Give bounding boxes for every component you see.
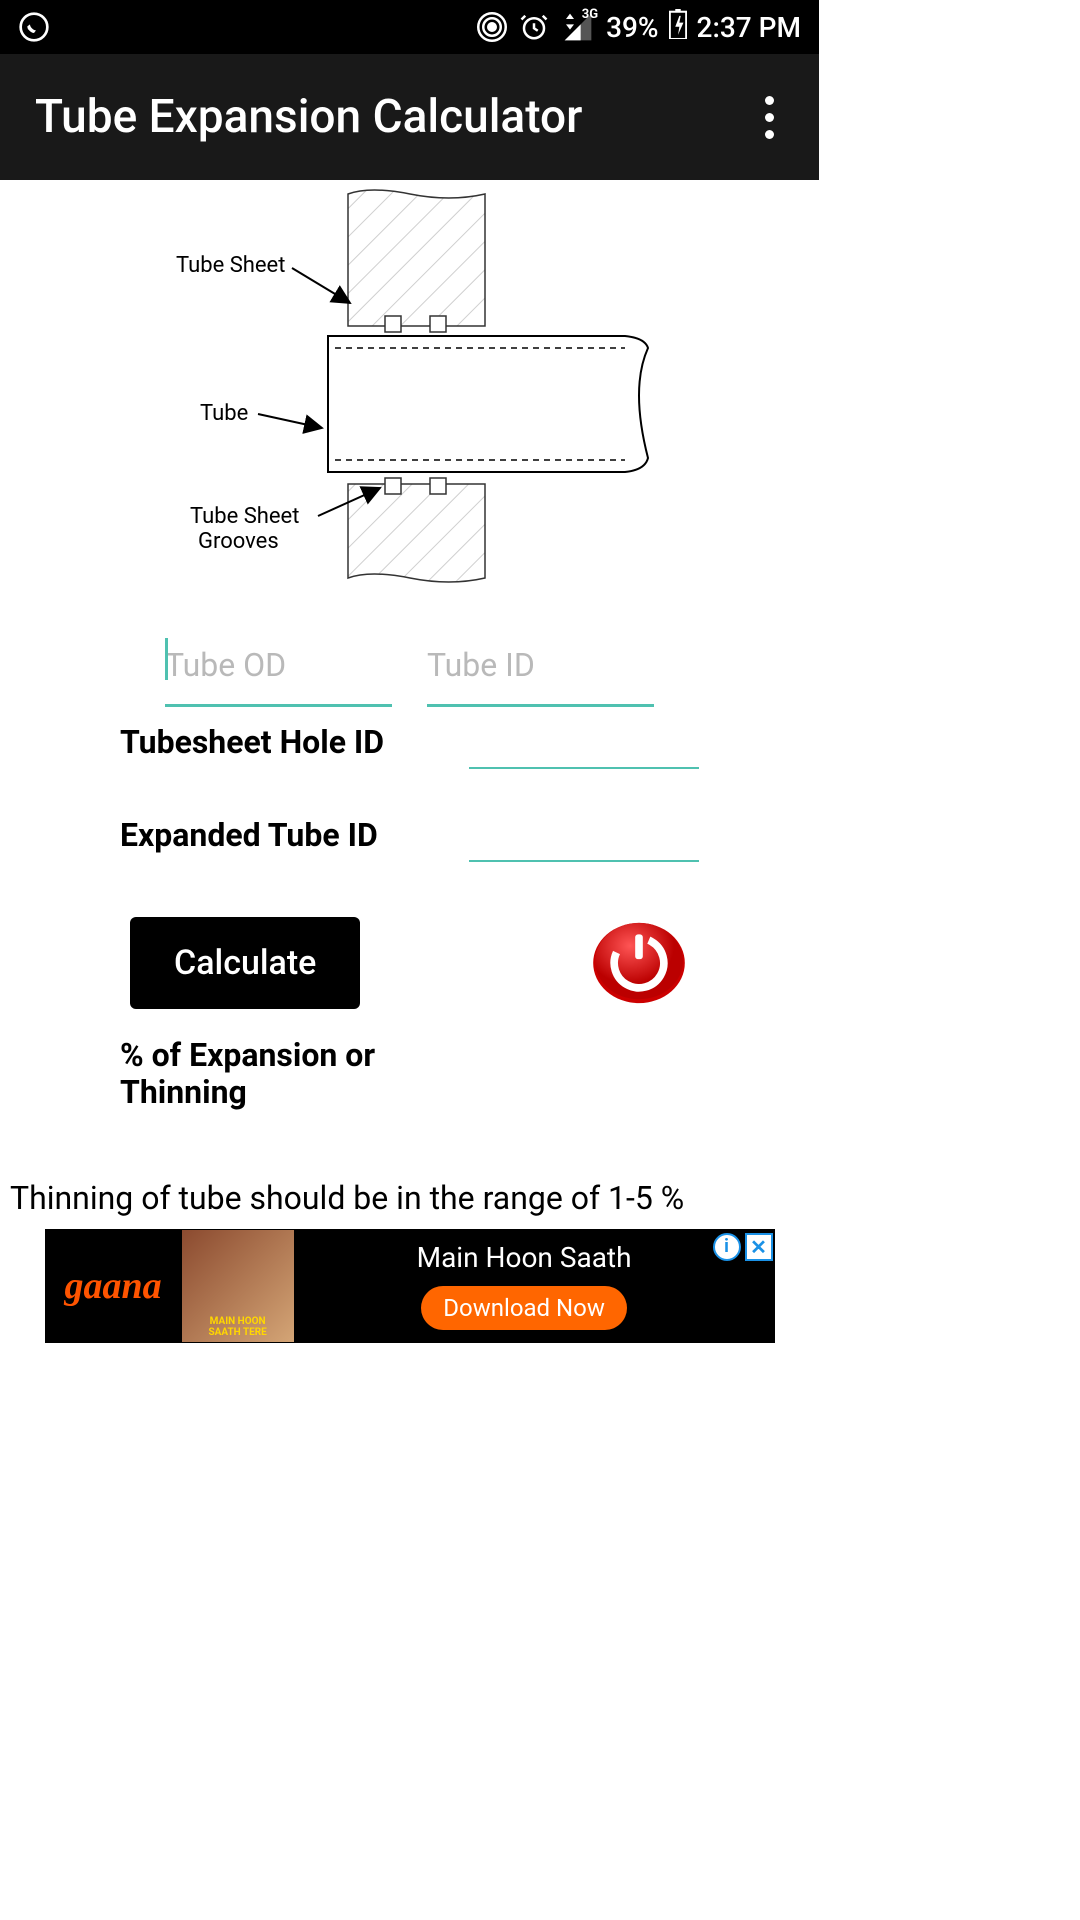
expansion-pct-label: % of Expansion or Thinning xyxy=(120,1037,400,1111)
whatsapp-icon xyxy=(18,11,50,43)
ad-banner[interactable]: gaana MAIN HOON SAATH TERE Main Hoon Saa… xyxy=(45,1229,775,1343)
ad-brand-logo: gaana xyxy=(45,1264,182,1308)
svg-text:Tube: Tube xyxy=(200,401,248,426)
battery-icon xyxy=(669,9,687,46)
clock-time: 2:37 PM xyxy=(697,11,801,44)
svg-text:Tube Sheet: Tube Sheet xyxy=(190,504,299,529)
expanded-tube-input[interactable] xyxy=(469,807,699,862)
tube-diagram: Tube Sheet Tube Tube Sheet Grooves xyxy=(170,188,650,618)
ad-title: Main Hoon Saath xyxy=(417,1241,632,1274)
svg-text:Grooves: Grooves xyxy=(198,529,279,554)
tube-id-input[interactable] xyxy=(427,628,654,707)
ad-info-icon[interactable]: i xyxy=(713,1233,741,1261)
tube-od-input[interactable] xyxy=(165,628,392,707)
app-header: Tube Expansion Calculator xyxy=(0,54,819,180)
overflow-menu-button[interactable] xyxy=(755,86,784,149)
expanded-tube-label: Expanded Tube ID xyxy=(120,817,389,854)
tube-id-field xyxy=(427,628,654,707)
network-type: 3G xyxy=(582,7,598,22)
ad-album-art: MAIN HOON SAATH TERE xyxy=(182,1230,294,1342)
tubesheet-hole-input[interactable] xyxy=(469,714,699,769)
ad-close-icon[interactable]: ✕ xyxy=(745,1233,773,1261)
calculate-button[interactable]: Calculate xyxy=(130,917,360,1009)
svg-text:Tube Sheet: Tube Sheet xyxy=(176,253,285,278)
tubesheet-row: Tubesheet Hole ID xyxy=(0,724,819,769)
result-row: % of Expansion or Thinning xyxy=(0,1037,819,1111)
expanded-row: Expanded Tube ID xyxy=(0,817,819,862)
status-right: 3G 39% 2:37 PM xyxy=(476,9,801,46)
tube-od-field xyxy=(165,628,392,707)
reset-button[interactable] xyxy=(589,919,689,1007)
status-bar: 3G 39% 2:37 PM xyxy=(0,0,819,54)
alarm-icon xyxy=(518,11,550,43)
signal-icon: 3G xyxy=(560,11,596,43)
status-left xyxy=(18,11,50,43)
button-row: Calculate xyxy=(0,917,819,1009)
tubesheet-hole-label: Tubesheet Hole ID xyxy=(120,724,389,761)
battery-percent: 39% xyxy=(606,11,658,44)
inputs-row xyxy=(0,628,819,707)
thinning-note: Thinning of tube should be in the range … xyxy=(0,1179,819,1217)
ad-download-button[interactable]: Download Now xyxy=(421,1286,627,1330)
page-title: Tube Expansion Calculator xyxy=(35,90,582,144)
content-area: Tube Sheet Tube Tube Sheet Grooves Tubes… xyxy=(0,180,819,1456)
ad-right-section: Main Hoon Saath Download Now xyxy=(294,1241,775,1330)
hotspot-icon xyxy=(476,11,508,43)
